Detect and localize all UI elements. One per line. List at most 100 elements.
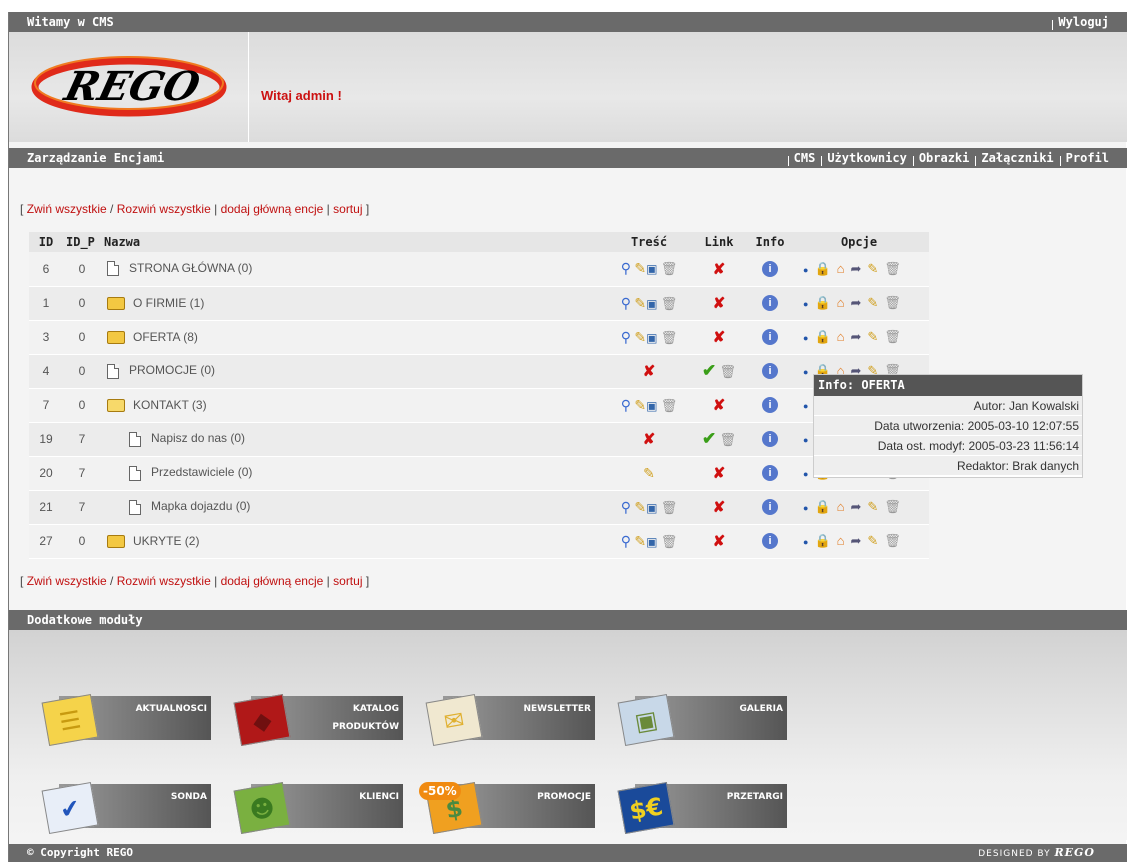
edit-content-icon[interactable]: ✎ — [634, 397, 646, 413]
home-icon[interactable]: ⌂ — [837, 261, 845, 276]
nav-images[interactable]: Obrazki — [912, 148, 976, 168]
preview-icon[interactable]: ⚲ — [621, 397, 631, 413]
move-icon[interactable]: ● — [803, 469, 808, 479]
folder-icon[interactable] — [107, 331, 125, 345]
nav-profile[interactable]: Profil — [1059, 148, 1121, 168]
module-katalog[interactable]: ◆ KATALOG PRODUKTÓW — [231, 688, 403, 750]
delete-entity-icon[interactable]: 🗑 — [884, 329, 901, 345]
info-icon[interactable]: i — [762, 533, 778, 549]
home-icon[interactable]: ⌂ — [837, 295, 845, 310]
edit-entity-icon[interactable]: ✎ — [867, 533, 878, 549]
module-przetargi[interactable]: $€ PRZETARGI — [615, 776, 787, 838]
delete-entity-icon[interactable]: 🗑 — [884, 499, 901, 515]
entity-name[interactable]: OFERTA (8) — [133, 330, 198, 344]
lock-icon[interactable]: 🔒 — [814, 499, 830, 515]
no-link-icon[interactable]: ✘ — [713, 397, 726, 414]
link-set-icon[interactable]: ✔ — [702, 361, 716, 380]
info-icon[interactable]: i — [762, 363, 778, 379]
edit-content-icon[interactable]: ✎ — [634, 260, 646, 276]
edit-content-icon[interactable]: ✎ — [634, 295, 646, 311]
expand-all-link[interactable]: Rozwiń wszystkie — [117, 574, 211, 588]
no-content-icon[interactable]: ✘ — [643, 431, 656, 448]
edit-entity-icon[interactable]: ✎ — [867, 261, 878, 277]
entity-name[interactable]: Napisz do nas (0) — [151, 431, 245, 445]
info-icon[interactable]: i — [762, 329, 778, 345]
sort-link[interactable]: sortuj — [333, 202, 362, 216]
delete-content-icon[interactable]: 🗑 — [661, 500, 678, 515]
delete-entity-icon[interactable]: 🗑 — [884, 533, 901, 549]
lock-icon[interactable]: 🔒 — [814, 533, 830, 549]
content-window-icon[interactable]: ▣ — [646, 399, 657, 413]
preview-icon[interactable]: ⚲ — [621, 260, 631, 276]
entity-name[interactable]: Przedstawiciele (0) — [151, 465, 252, 479]
lock-icon[interactable]: 🔒 — [814, 329, 830, 345]
content-window-icon[interactable]: ▣ — [646, 331, 657, 345]
add-main-entity-link[interactable]: dodaj główną encje — [221, 202, 324, 216]
delete-content-icon[interactable]: 🗑 — [661, 261, 678, 276]
module-promocje[interactable]: $ -50% PROMOCJE — [419, 776, 595, 838]
module-sonda[interactable]: ✔ SONDA — [39, 776, 211, 838]
move-icon[interactable]: ● — [803, 435, 808, 445]
folder-open-icon[interactable] — [107, 399, 125, 413]
module-galeria[interactable]: ▣ GALERIA — [615, 688, 787, 750]
collapse-all-link[interactable]: Zwiń wszystkie — [27, 574, 107, 588]
info-icon[interactable]: i — [762, 499, 778, 515]
logout-link[interactable]: Wyloguj — [1052, 12, 1121, 32]
content-window-icon[interactable]: ▣ — [646, 535, 657, 549]
delete-content-icon[interactable]: 🗑 — [661, 296, 678, 311]
no-content-icon[interactable]: ✘ — [643, 363, 656, 380]
no-link-icon[interactable]: ✘ — [713, 465, 726, 482]
move-icon[interactable]: ● — [803, 299, 808, 309]
info-icon[interactable]: i — [762, 397, 778, 413]
edit-content-icon[interactable]: ✎ — [634, 499, 646, 515]
edit-content-icon[interactable]: ✎ — [634, 329, 646, 345]
no-link-icon[interactable]: ✘ — [713, 499, 726, 516]
info-icon[interactable]: i — [762, 260, 778, 277]
entity-name[interactable]: Mapka dojazdu (0) — [151, 499, 250, 513]
add-child-icon[interactable]: ➦ — [850, 329, 861, 345]
folder-icon[interactable] — [107, 535, 125, 549]
delete-content-icon[interactable]: 🗑 — [661, 398, 678, 413]
delete-link-icon[interactable]: 🗑 — [720, 364, 737, 379]
move-icon[interactable]: ● — [803, 503, 808, 513]
entity-name[interactable]: STRONA GŁÓWNA (0) — [129, 261, 252, 275]
home-icon[interactable]: ⌂ — [837, 533, 845, 548]
add-child-icon[interactable]: ➦ — [850, 499, 861, 515]
nav-attachments[interactable]: Załączniki — [975, 148, 1059, 168]
sort-link[interactable]: sortuj — [333, 574, 362, 588]
add-main-entity-link[interactable]: dodaj główną encje — [221, 574, 324, 588]
move-icon[interactable]: ● — [803, 265, 808, 275]
nav-users[interactable]: Użytkownicy — [821, 148, 912, 168]
info-icon[interactable]: i — [762, 295, 778, 311]
preview-icon[interactable]: ⚲ — [621, 329, 631, 345]
add-child-icon[interactable]: ➦ — [850, 261, 861, 277]
module-klienci[interactable]: ☻ KLIENCI — [231, 776, 403, 838]
delete-content-icon[interactable]: 🗑 — [661, 534, 678, 549]
nav-cms[interactable]: CMS — [787, 148, 822, 168]
folder-icon[interactable] — [107, 297, 125, 311]
content-window-icon[interactable]: ▣ — [646, 262, 657, 276]
no-link-icon[interactable]: ✘ — [713, 261, 726, 278]
edit-entity-icon[interactable]: ✎ — [867, 295, 878, 311]
preview-icon[interactable]: ⚲ — [621, 295, 631, 311]
no-link-icon[interactable]: ✘ — [713, 533, 726, 550]
preview-icon[interactable]: ⚲ — [621, 533, 631, 549]
no-link-icon[interactable]: ✘ — [713, 329, 726, 346]
lock-icon[interactable]: 🔒 — [814, 295, 830, 311]
expand-all-link[interactable]: Rozwiń wszystkie — [117, 202, 211, 216]
entity-name[interactable]: PROMOCJE (0) — [129, 363, 215, 377]
delete-content-icon[interactable]: 🗑 — [661, 330, 678, 345]
delete-entity-icon[interactable]: 🗑 — [884, 261, 901, 277]
link-set-icon[interactable]: ✔ — [702, 429, 716, 448]
edit-content-icon[interactable]: ✎ — [634, 533, 646, 549]
move-icon[interactable]: ● — [803, 333, 808, 343]
content-window-icon[interactable]: ▣ — [646, 297, 657, 311]
collapse-all-link[interactable]: Zwiń wszystkie — [27, 202, 107, 216]
edit-entity-icon[interactable]: ✎ — [867, 329, 878, 345]
preview-icon[interactable]: ⚲ — [621, 499, 631, 515]
module-newsletter[interactable]: ✉ NEWSLETTER — [423, 688, 595, 750]
home-icon[interactable]: ⌂ — [837, 329, 845, 344]
move-icon[interactable]: ● — [803, 401, 808, 411]
entity-name[interactable]: KONTAKT (3) — [133, 398, 207, 412]
entity-name[interactable]: UKRYTE (2) — [133, 534, 199, 548]
